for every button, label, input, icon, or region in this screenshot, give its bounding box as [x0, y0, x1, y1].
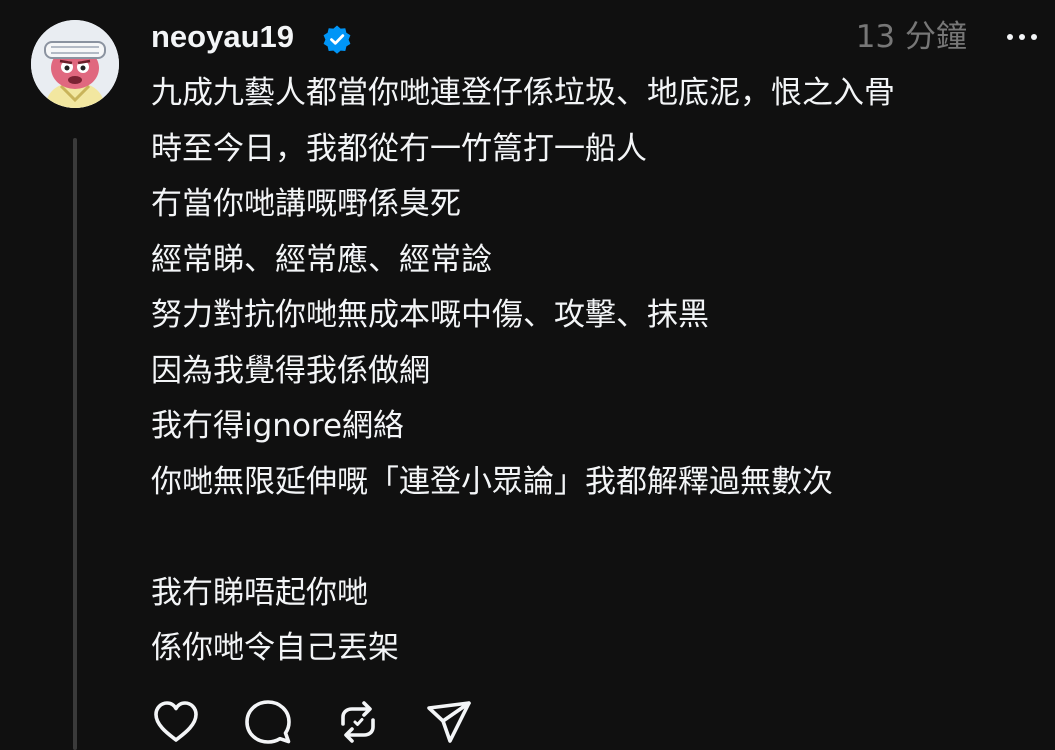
- post-timestamp: 13 分鐘: [855, 19, 967, 55]
- post-text-line: 冇當你哋講嘅嘢係臭死: [151, 186, 461, 222]
- post-text-line: 你哋無限延伸嘅「連登小眾論」我都解釋過無數次: [151, 463, 833, 500]
- verified-badge-icon: [323, 25, 351, 54]
- post-text-line: 我冇得ignore網絡: [151, 408, 405, 444]
- avatar-cartoon-icon: [31, 20, 119, 108]
- more-dot-icon: [1019, 34, 1025, 40]
- comment-icon: [245, 700, 291, 744]
- post-text-line: 時至今日，我都從冇一竹篙打一船人: [151, 130, 647, 167]
- avatar[interactable]: [31, 20, 119, 108]
- more-options-button[interactable]: [1002, 22, 1042, 52]
- reply-button[interactable]: [243, 697, 293, 747]
- post-text-line: 九成九藝人都當你哋連登仔係垃圾、地底泥，恨之入骨: [151, 75, 895, 111]
- post-text-line: 努力對抗你哋無成本嘅中傷、攻擊、抹黑: [151, 297, 709, 333]
- share-button[interactable]: [425, 697, 475, 747]
- send-icon: [427, 701, 471, 743]
- thread-line: [73, 138, 77, 750]
- post-text-line: 經常睇、經常應、經常諗: [151, 241, 492, 278]
- heart-icon: [154, 701, 198, 742]
- like-button[interactable]: [151, 697, 201, 747]
- post-body: 九成九藝人都當你哋連登仔係垃圾、地底泥，恨之入骨 時至今日，我都從冇一竹篙打一船…: [151, 66, 1031, 677]
- more-dot-icon: [1007, 34, 1013, 40]
- post-text-line: 因為我覺得我係做網: [151, 352, 430, 389]
- username-link[interactable]: neoyau19: [151, 16, 294, 58]
- repost-icon: [341, 701, 375, 743]
- post-text-line: 我冇睇唔起你哋: [151, 574, 368, 611]
- repost-button[interactable]: [333, 697, 383, 747]
- more-dot-icon: [1031, 34, 1037, 40]
- post-text-line: 係你哋令自己丟架: [151, 630, 399, 666]
